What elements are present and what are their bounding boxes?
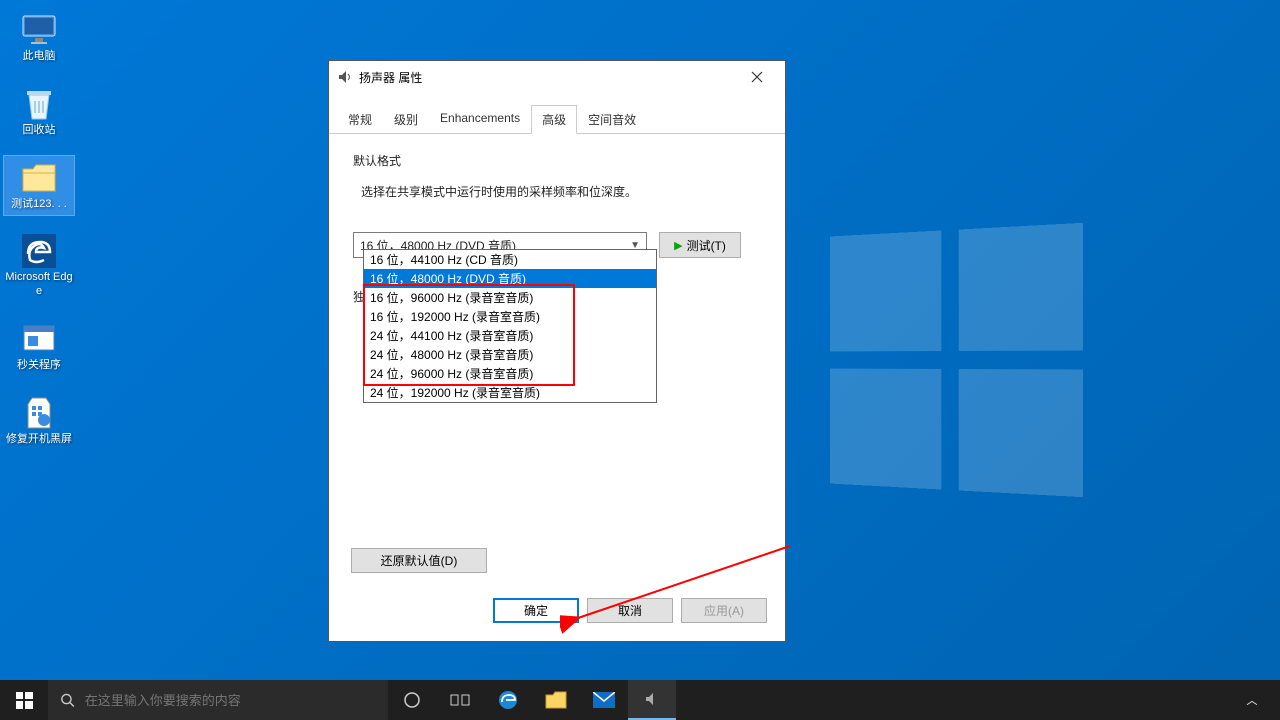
monitor-icon xyxy=(19,12,59,48)
format-option[interactable]: 24 位，192000 Hz (录音室音质) xyxy=(364,383,656,402)
tab-spatial[interactable]: 空间音效 xyxy=(577,105,647,134)
dialog-title: 扬声器 属性 xyxy=(359,69,737,86)
desktop-icon-recycle-bin[interactable]: 回收站 xyxy=(4,82,74,142)
format-option[interactable]: 16 位，96000 Hz (录音室音质) xyxy=(364,288,656,307)
windows-icon xyxy=(16,692,33,709)
titlebar[interactable]: 扬声器 属性 xyxy=(329,61,785,93)
taskbar-mail[interactable] xyxy=(580,680,628,720)
taskbar-cortana[interactable] xyxy=(388,680,436,720)
taskbar-explorer[interactable] xyxy=(532,680,580,720)
chevron-up-icon: ︿ xyxy=(1247,692,1258,708)
tab-levels[interactable]: 级别 xyxy=(383,105,429,134)
format-option[interactable]: 24 位，44100 Hz (录音室音质) xyxy=(364,326,656,345)
test-button[interactable]: ▶ 测试(T) xyxy=(659,232,741,258)
format-option[interactable]: 16 位，48000 Hz (DVD 音质) xyxy=(364,269,656,288)
ok-button[interactable]: 确定 xyxy=(493,598,579,623)
desktop-icons: 此电脑 回收站 测试123. . . Microsoft Edge 秒关程序 修… xyxy=(4,8,74,450)
taskbar-apps xyxy=(388,680,676,720)
cortana-icon xyxy=(403,691,421,709)
speaker-icon xyxy=(337,69,353,85)
search-input[interactable] xyxy=(85,693,376,708)
tab-enhancements[interactable]: Enhancements xyxy=(429,105,531,134)
windows-logo-bg xyxy=(830,223,1083,497)
group-default-format-desc: 选择在共享模式中运行时使用的采样频率和位深度。 xyxy=(361,183,761,200)
dialog-footer: 确定 取消 应用(A) xyxy=(493,598,767,623)
folder-icon xyxy=(19,160,59,196)
test-button-label: 测试(T) xyxy=(687,237,726,254)
taskbar: ︿ xyxy=(0,680,1280,720)
start-button[interactable] xyxy=(0,680,48,720)
taskbar-edge[interactable] xyxy=(484,680,532,720)
desktop-icon-label: 测试123. . . xyxy=(11,198,67,212)
desktop-icon-this-pc[interactable]: 此电脑 xyxy=(4,8,74,68)
format-option[interactable]: 24 位，48000 Hz (录音室音质) xyxy=(364,345,656,364)
restore-defaults-button[interactable]: 还原默认值(D) xyxy=(351,548,487,573)
desktop-icon-label: 修复开机黑屏 xyxy=(6,433,72,447)
repair-icon xyxy=(19,395,59,431)
edge-icon xyxy=(497,689,519,711)
desktop-icon-label: 秒关程序 xyxy=(17,359,61,373)
taskbar-search[interactable] xyxy=(48,680,388,720)
app-icon xyxy=(19,321,59,357)
desktop-icon-fix-boot[interactable]: 修复开机黑屏 xyxy=(4,391,74,451)
close-icon xyxy=(751,71,763,83)
cancel-button[interactable]: 取消 xyxy=(587,598,673,623)
format-option[interactable]: 16 位，192000 Hz (录音室音质) xyxy=(364,307,656,326)
taskbar-sound-dialog[interactable] xyxy=(628,680,676,720)
close-button[interactable] xyxy=(737,63,777,91)
format-dropdown-list: 16 位，44100 Hz (CD 音质) 16 位，48000 Hz (DVD… xyxy=(363,249,657,403)
taskbar-taskview[interactable] xyxy=(436,680,484,720)
play-icon: ▶ xyxy=(674,239,682,252)
desktop-icon-label: Microsoft Edge xyxy=(4,271,74,299)
folder-icon xyxy=(545,691,567,709)
edge-icon xyxy=(19,233,59,269)
apply-button[interactable]: 应用(A) xyxy=(681,598,767,623)
speaker-icon xyxy=(643,690,661,708)
group-default-format-label: 默认格式 xyxy=(353,152,761,169)
taskbar-tray: ︿ xyxy=(1234,680,1280,720)
tab-general[interactable]: 常规 xyxy=(337,105,383,134)
desktop-icon-label: 此电脑 xyxy=(23,50,56,64)
desktop-icon-folder-test[interactable]: 测试123. . . xyxy=(4,156,74,216)
recycle-bin-icon xyxy=(19,86,59,122)
format-option[interactable]: 24 位，96000 Hz (录音室音质) xyxy=(364,364,656,383)
taskview-icon xyxy=(450,692,470,708)
desktop-icon-quick-close[interactable]: 秒关程序 xyxy=(4,317,74,377)
format-option[interactable]: 16 位，44100 Hz (CD 音质) xyxy=(364,250,656,269)
search-icon xyxy=(60,692,75,708)
tray-overflow[interactable]: ︿ xyxy=(1234,680,1270,720)
tabs: 常规 级别 Enhancements 高级 空间音效 xyxy=(329,93,785,134)
tab-advanced[interactable]: 高级 xyxy=(531,105,577,134)
desktop-icon-edge[interactable]: Microsoft Edge xyxy=(4,229,74,303)
desktop-icon-label: 回收站 xyxy=(23,124,56,138)
mail-icon xyxy=(593,692,615,708)
